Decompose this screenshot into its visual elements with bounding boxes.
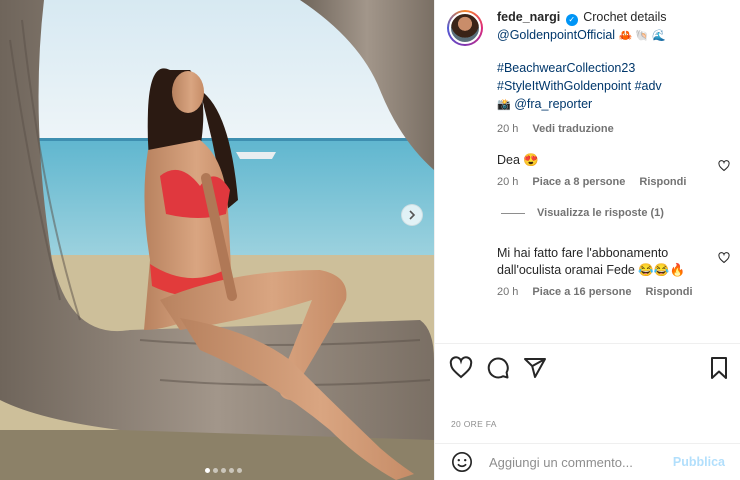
username[interactable]: fede_nargi <box>497 10 560 24</box>
carousel-next-button[interactable] <box>401 204 423 226</box>
carousel-dot <box>229 468 234 473</box>
comment-likes[interactable]: Piace a 8 persone <box>532 174 625 191</box>
carousel-dot <box>205 468 210 473</box>
hashtag-link[interactable]: #StyleItWithGoldenpoint #adv <box>497 77 667 95</box>
avatar[interactable] <box>447 10 483 46</box>
divider <box>435 343 740 344</box>
comment-like-icon[interactable] <box>718 160 730 172</box>
reply-button[interactable]: Rispondi <box>645 284 692 301</box>
camera-emoji: 📸 <box>497 99 511 111</box>
comment-likes[interactable]: Piace a 16 persone <box>532 284 631 301</box>
post-time: 20 h <box>497 123 519 135</box>
caption-emojis: 🦀 🐚 🌊 <box>618 30 666 42</box>
post-side-panel: fede_nargi ✓ Crochet details @Goldenpoin… <box>434 0 740 480</box>
verified-icon: ✓ <box>565 14 578 26</box>
view-replies-label: Visualizza le risposte (1) <box>537 207 664 219</box>
carousel-dot <box>213 468 218 473</box>
bookmark-icon[interactable] <box>707 356 731 380</box>
comment-icon[interactable] <box>486 356 510 380</box>
action-bar <box>449 356 731 384</box>
chevron-right-icon <box>409 210 416 220</box>
comment-text: Mi hai fatto fare l'abbonamento dall'ocu… <box>497 246 686 277</box>
carousel-dot <box>221 468 226 473</box>
comment-item: Dea 😍 20 h Piace a 8 persone Rispondi <box>497 152 717 191</box>
mention-link[interactable]: @GoldenpointOfficial <box>497 28 615 42</box>
comment-time: 20 h <box>497 286 519 298</box>
hashtag-link[interactable]: #BeachwearCollection23 <box>497 59 667 77</box>
comment-input[interactable] <box>489 454 669 470</box>
caption-line: Crochet details <box>583 10 667 24</box>
translate-link[interactable]: Vedi traduzione <box>532 120 613 138</box>
beach-photo <box>0 0 434 480</box>
publish-button[interactable]: Pubblica <box>673 455 725 469</box>
carousel-dot <box>237 468 242 473</box>
post-caption: fede_nargi ✓ Crochet details @Goldenpoin… <box>435 0 740 138</box>
view-replies-button[interactable]: Visualizza le risposte (1) <box>501 207 664 219</box>
heart-icon[interactable] <box>449 356 473 380</box>
mention-link[interactable]: @fra_reporter <box>514 97 592 111</box>
share-icon[interactable] <box>523 356 547 380</box>
add-comment-bar: Pubblica <box>435 444 740 480</box>
post-photo[interactable] <box>0 0 434 480</box>
reply-button[interactable]: Rispondi <box>639 174 686 191</box>
comment-text: Dea 😍 <box>497 153 539 167</box>
smile-icon[interactable] <box>451 451 473 473</box>
comment-item: Mi hai fatto fare l'abbonamento dall'ocu… <box>497 245 717 301</box>
post-timestamp: 20 ORE FA <box>451 419 497 429</box>
comment-time: 20 h <box>497 176 519 188</box>
carousel-indicator <box>205 468 242 473</box>
comment-like-icon[interactable] <box>718 252 730 264</box>
